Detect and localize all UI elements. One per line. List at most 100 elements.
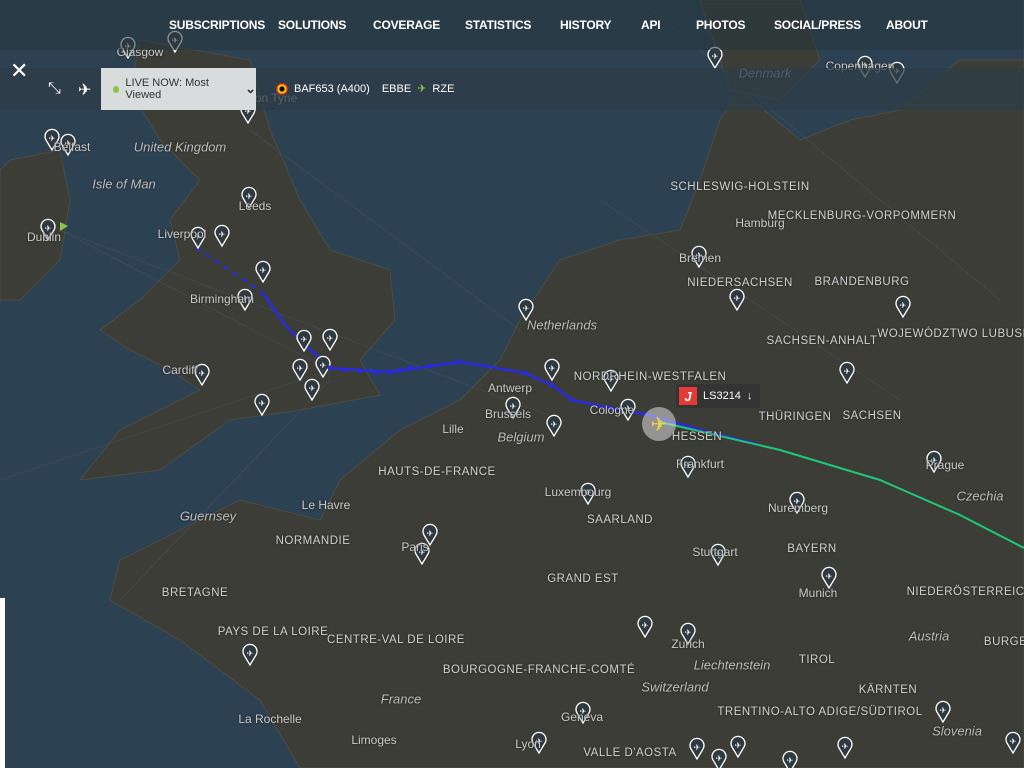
track-point [372, 369, 378, 375]
aircraft-callout[interactable]: J LS3214 ↓ [676, 384, 761, 408]
map-label: NORDRHEIN-WESTFALEN [573, 371, 727, 383]
map-label: THÜRINGEN [758, 411, 832, 423]
map-label: Munich [798, 586, 838, 600]
svg-text:✈: ✈ [320, 361, 327, 370]
map-label: Austria [908, 628, 950, 644]
map-label: Belfast [53, 140, 91, 154]
land-ireland [0, 149, 71, 301]
map-label: Geneva [560, 710, 604, 724]
map-label: TIROL [798, 654, 836, 666]
track-point [397, 367, 403, 373]
map-label: Luxembourg [544, 485, 612, 499]
map-label: Liverpool [157, 227, 207, 241]
page-edge [0, 598, 5, 768]
map-label: Stuttgart [692, 545, 738, 559]
svg-text:✈: ✈ [712, 52, 719, 61]
map-label: Frankfurt [675, 457, 725, 471]
svg-text:✈: ✈ [247, 649, 254, 658]
live-now-dropdown[interactable]: LIVE NOW: Most Viewed ⌄ [101, 68, 256, 110]
map-label: Bremen [678, 251, 722, 265]
map-label: Brussels [484, 407, 532, 421]
descending-icon: ↓ [746, 390, 753, 402]
nav-about[interactable]: ABOUT [886, 18, 928, 32]
svg-text:✈: ✈ [219, 230, 226, 239]
map-label: Antwerp [487, 381, 533, 395]
map-label: SACHSEN-ANHALT [766, 335, 878, 347]
map-label: KÄRNTEN [858, 684, 918, 696]
selected-flight[interactable]: BAF653 (A400) EBBE ✈ RZE [276, 82, 454, 95]
map-label: Zurich [671, 637, 705, 651]
map-label: Lyon [515, 737, 541, 751]
map-label: MECKLENBURG-VORPOMMERN [767, 210, 957, 222]
svg-text:✈: ✈ [826, 572, 833, 581]
svg-text:✈: ✈ [1010, 737, 1017, 746]
track-point [342, 367, 348, 373]
selected-aircraft-icon[interactable]: ✈ [651, 414, 668, 436]
map-label: BURGEN [983, 636, 1024, 648]
svg-text:✈: ✈ [735, 741, 742, 750]
map-label: Czechia [956, 488, 1004, 504]
map-label: BRETAGNE [161, 587, 229, 599]
svg-text:✈: ✈ [694, 743, 701, 752]
map-label: Liechtenstein [693, 657, 771, 673]
map-label: Lille [442, 422, 464, 436]
plane-arrow-icon: ✈ [417, 83, 427, 95]
track-point [549, 382, 555, 388]
map-label: Limoges [351, 733, 397, 747]
nav-solutions[interactable]: SOLUTIONS [278, 18, 346, 32]
map-label: La Rochelle [238, 712, 302, 726]
nav-photos[interactable]: PHOTOS [696, 18, 745, 32]
callout-flight: LS3214 [703, 390, 741, 402]
svg-text:✈: ✈ [199, 369, 206, 378]
map-label: Switzerland [641, 679, 709, 695]
close-icon[interactable]: ✕ [10, 58, 28, 84]
svg-text:✈: ✈ [260, 266, 267, 275]
track-point [427, 363, 433, 369]
svg-text:✈: ✈ [427, 529, 434, 538]
map-label: PAYS DE LA LOIRE [217, 626, 329, 638]
svg-text:✈: ✈ [642, 621, 649, 630]
nav-statistics[interactable]: STATISTICS [465, 18, 531, 32]
planes-icon[interactable]: ✈ [78, 80, 91, 100]
flight-callsign: BAF653 (A400) [294, 82, 370, 95]
map-label: Paris [401, 540, 429, 554]
map-label: Leeds [238, 199, 272, 213]
svg-text:✈: ✈ [716, 754, 723, 763]
nav-subscriptions[interactable]: SUBSCRIPTIONS [169, 18, 265, 32]
map-label: Cologne [589, 403, 635, 417]
map-label: HESSEN [671, 431, 723, 443]
map-label: TRENTINO-ALTO ADIGE/SÜDTIROL [717, 706, 923, 718]
svg-text:✈: ✈ [551, 420, 558, 429]
nav-social-press[interactable]: SOCIAL/PRESS [774, 18, 861, 32]
svg-text:✈: ✈ [327, 334, 334, 343]
track-point [569, 397, 575, 403]
svg-text:✈: ✈ [259, 399, 266, 408]
top-nav: SUBSCRIPTIONS SOLUTIONS COVERAGE STATISTICS… [0, 0, 1024, 50]
nav-history[interactable]: HISTORY [560, 18, 611, 32]
airport-marker-icon[interactable]: ✈ [707, 46, 723, 70]
map-label: Belgium [497, 429, 545, 445]
map-label: HAUTS-DE-FRANCE [378, 466, 496, 478]
map-label: GRAND EST [547, 573, 619, 585]
track-point [387, 369, 393, 375]
nav-api[interactable]: API [641, 18, 661, 32]
map-label: NIEDERSACHSEN [687, 277, 793, 289]
map-label: Birmingham [189, 292, 255, 306]
map-label: BRANDENBURG [814, 276, 910, 288]
nav-coverage[interactable]: COVERAGE [373, 18, 440, 32]
live-status-dot [113, 85, 120, 93]
collapse-arrows-icon[interactable]: ⤡ [48, 80, 61, 98]
map-label: WOJEWÓDZTWO LUBUSKIE [877, 328, 1024, 340]
map-label: BOURGOGNE-FRANCHE-COMTÉ [442, 664, 636, 676]
track-point [407, 365, 413, 371]
svg-text:✈: ✈ [309, 384, 316, 393]
map-label: SCHLESWIG-HOLSTEIN [670, 181, 810, 193]
svg-text:✈: ✈ [734, 294, 741, 303]
map-label: VALLE D'AOSTA [583, 747, 677, 759]
chevron-down-icon: ⌄ [245, 81, 256, 96]
map-label: SAARLAND [587, 514, 653, 526]
svg-text:✈: ✈ [523, 304, 530, 313]
map-label: Nuremberg [767, 501, 829, 515]
map-label: SACHSEN [842, 410, 902, 422]
svg-text:✈: ✈ [844, 367, 851, 376]
